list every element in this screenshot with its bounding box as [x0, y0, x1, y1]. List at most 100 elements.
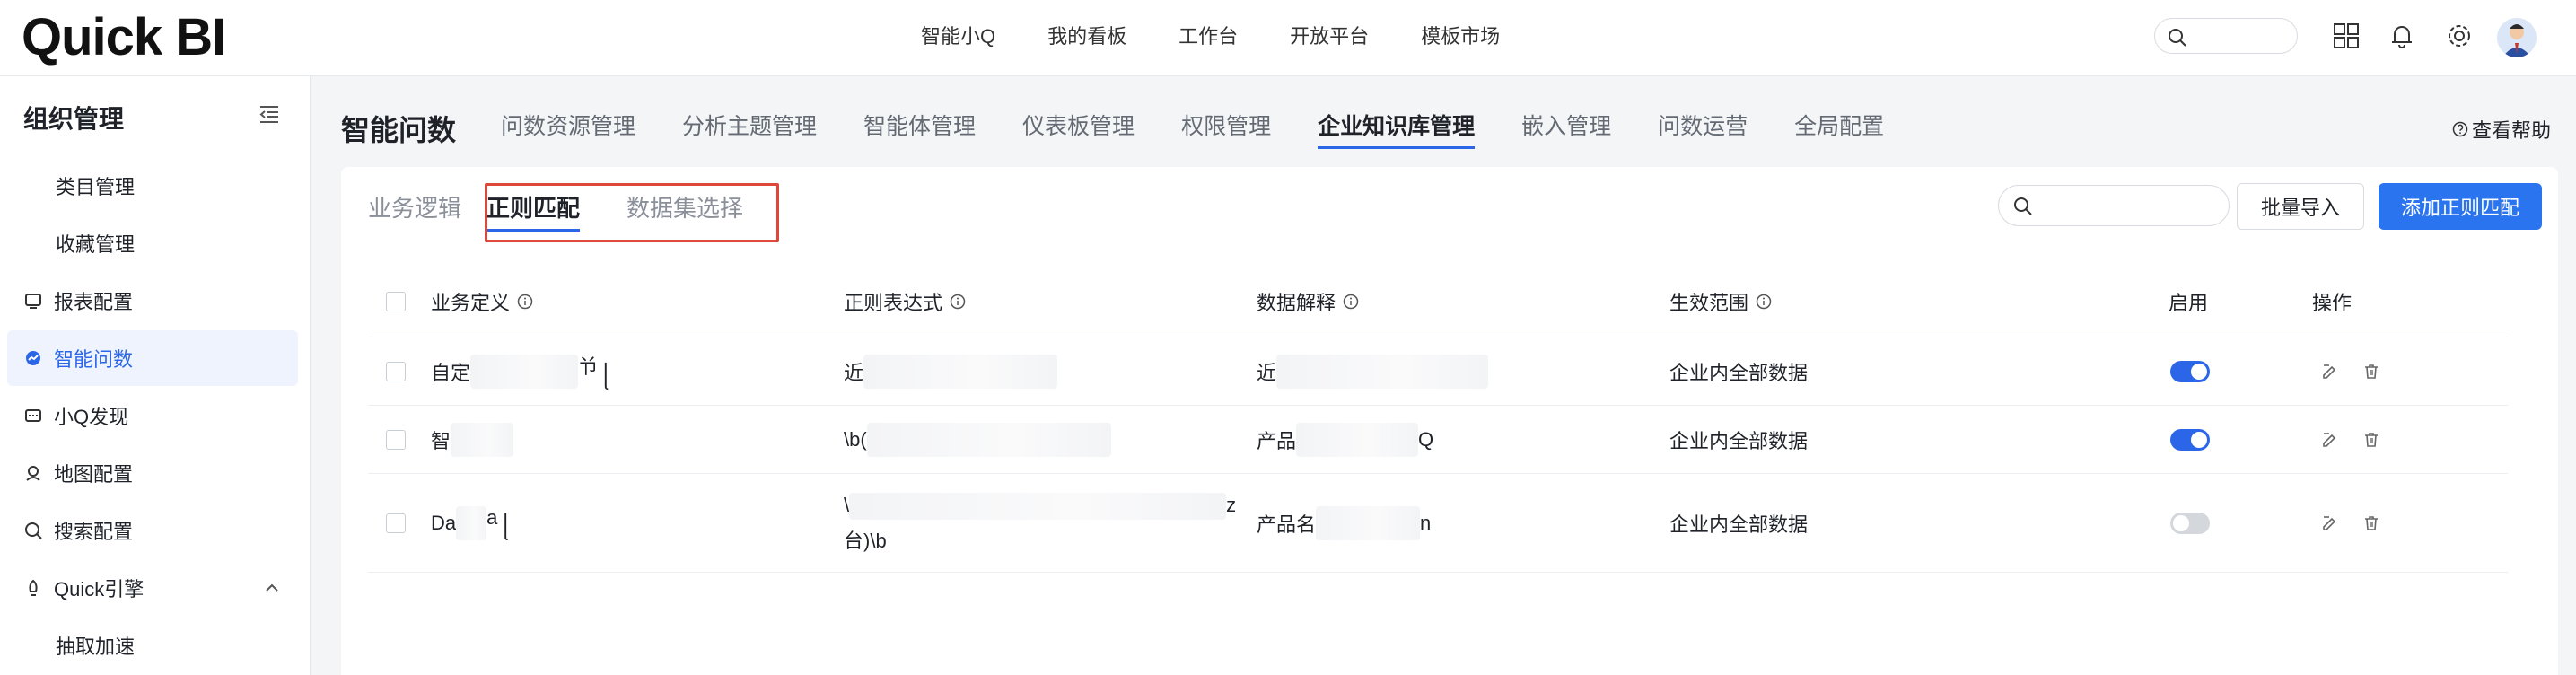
table-row[interactable]: 自定 兯 ꧊ 近 近 企业内全部数据	[368, 338, 2508, 406]
app-logo[interactable]: Quick BI	[22, 9, 226, 66]
row-checkbox[interactable]	[386, 361, 406, 381]
row-checkbox[interactable]	[386, 429, 406, 450]
user-avatar[interactable]	[2497, 18, 2537, 57]
info-icon[interactable]	[1756, 294, 1772, 310]
header-cell: 正则表达式	[844, 266, 966, 337]
apps-grid-icon[interactable]	[2330, 20, 2362, 52]
redacted-block	[866, 422, 1111, 457]
row-checkbox[interactable]	[386, 513, 406, 533]
tab-knowledge-base[interactable]: 企业知识库管理	[1318, 111, 1476, 149]
tab-query-resources[interactable]: 问数资源管理	[501, 111, 635, 142]
engine-icon	[23, 578, 43, 598]
table-row[interactable]: 智 \b( 产品 Q 企业内全部数据	[368, 406, 2508, 474]
explanation-cell: 产品 Q	[1257, 406, 1433, 473]
redacted-block	[456, 505, 487, 540]
sidebar-item-report-config[interactable]: 报表配置	[7, 273, 298, 329]
info-icon[interactable]	[950, 294, 966, 310]
regex-cell: 近	[844, 338, 1058, 405]
delete-icon[interactable]	[2362, 363, 2380, 381]
tab-permissions[interactable]: 权限管理	[1181, 111, 1271, 142]
column-scope: 生效范围	[1669, 291, 1749, 314]
sidebar-title: 组织管理	[23, 105, 125, 133]
enabled-cell	[2170, 406, 2210, 473]
regex-text: 近	[844, 361, 864, 384]
table-row[interactable]: Da a ꧊ \ z 台)\b 产品名 n 企业内全部数据	[368, 474, 2508, 573]
sidebar-item-discover[interactable]: 小Q发现	[7, 388, 298, 443]
explanation-cell: 近	[1257, 338, 1489, 405]
question-circle-icon	[2452, 121, 2468, 137]
sidebar-item-quick-engine[interactable]: Quick引擎	[7, 560, 298, 616]
explanation-text: 近	[1257, 361, 1277, 384]
select-all-checkbox[interactable]	[386, 291, 406, 311]
scope-cell: 企业内全部数据	[1669, 513, 1809, 536]
topnav-template-market[interactable]: 模板市场	[1421, 22, 1500, 52]
tab-embedding[interactable]: 嵌入管理	[1521, 111, 1611, 142]
tab-analysis-topics[interactable]: 分析主题管理	[682, 111, 817, 142]
top-bar: Quick BI 智能小Q 我的看板 工作台 开放平台 模板市场	[0, 0, 2576, 76]
topnav-my-dashboards[interactable]: 我的看板	[1047, 22, 1126, 52]
map-icon	[23, 463, 43, 483]
column-regex: 正则表达式	[844, 291, 943, 314]
search-icon	[2014, 197, 2032, 215]
sidebar-item-label: Quick引擎	[54, 578, 145, 600]
global-search-input[interactable]	[2154, 18, 2298, 54]
sidebar-item-extract-accel[interactable]: 抽取加速	[7, 618, 298, 673]
sidebar-item-smart-query[interactable]: 智能问数	[7, 330, 298, 386]
topnav-workbench[interactable]: 工作台	[1178, 22, 1238, 52]
definition-text: 自定	[431, 361, 471, 384]
sidebar-item-label: 类目管理	[56, 176, 136, 198]
topnav-open-platform[interactable]: 开放平台	[1290, 22, 1369, 52]
gear-icon[interactable]	[2443, 20, 2475, 52]
select-all-cell	[386, 266, 406, 337]
column-explanation: 数据解释	[1257, 291, 1336, 314]
tab-global-config[interactable]: 全局配置	[1794, 111, 1884, 142]
edit-icon[interactable]	[2321, 431, 2339, 449]
actions-cell	[2321, 406, 2404, 473]
sidebar-item-label: 报表配置	[54, 291, 134, 313]
redacted-block	[1316, 505, 1421, 540]
header-cell: 生效范围	[1669, 266, 1772, 337]
bell-icon[interactable]	[2386, 20, 2418, 52]
enable-toggle[interactable]	[2170, 360, 2210, 382]
redacted-block	[1296, 422, 1419, 457]
tab-dashboards[interactable]: 仪表板管理	[1022, 111, 1135, 142]
explanation-cell: 产品名 n	[1257, 474, 1431, 572]
sidebar-item-label: 收藏管理	[56, 233, 136, 256]
table-search-input[interactable]	[1998, 185, 2230, 226]
sidebar-item-favorites[interactable]: 收藏管理	[7, 215, 298, 271]
chevron-up-icon[interactable]	[264, 580, 280, 596]
enable-toggle[interactable]	[2170, 428, 2210, 451]
info-icon[interactable]	[517, 294, 533, 310]
delete-icon[interactable]	[2362, 514, 2380, 532]
column-definition: 业务定义	[431, 291, 511, 314]
tab-agents[interactable]: 智能体管理	[863, 111, 976, 142]
sidebar-item-search-config[interactable]: 搜索配置	[7, 503, 298, 558]
help-link[interactable]: 查看帮助	[2452, 115, 2551, 144]
sidebar: 组织管理 类目管理 收藏管理 报表配置 智能问数 小Q发现 地图配置 搜索配置 …	[0, 76, 311, 675]
redacted-block	[1276, 354, 1489, 389]
sidebar-item-label: 搜索配置	[54, 521, 134, 543]
regex-cell: \b(	[844, 406, 1111, 473]
help-label: 查看帮助	[2471, 119, 2551, 142]
delete-icon[interactable]	[2362, 431, 2380, 449]
add-regex-button[interactable]: 添加正则匹配	[2379, 183, 2542, 230]
definition-cell: Da a ꧊	[431, 474, 508, 572]
tab-operations[interactable]: 问数运营	[1658, 111, 1748, 142]
enabled-cell	[2170, 338, 2210, 405]
explanation-text: 产品	[1257, 429, 1297, 452]
sidebar-item-map-config[interactable]: 地图配置	[7, 445, 298, 501]
sidebar-item-category[interactable]: 类目管理	[7, 158, 298, 214]
definition-cell: 自定 兯 ꧊	[431, 338, 609, 405]
collapse-sidebar-icon[interactable]	[258, 103, 280, 125]
batch-import-button[interactable]: 批量导入	[2237, 183, 2364, 230]
edit-icon[interactable]	[2321, 363, 2339, 381]
sidebar-item-label: 地图配置	[54, 463, 134, 486]
topnav-smart-q[interactable]: 智能小Q	[921, 22, 995, 52]
regex-line-1: \ z	[844, 492, 1236, 520]
search-icon	[2169, 29, 2186, 47]
subtab-business-logic[interactable]: 业务逻辑	[368, 190, 461, 226]
info-icon[interactable]	[1343, 294, 1359, 310]
edit-icon[interactable]	[2321, 514, 2339, 532]
content-card: 业务逻辑 正则匹配 数据集选择 批量导入 添加正则匹配 业务定义 正则表达式 数…	[341, 167, 2558, 675]
enable-toggle[interactable]	[2170, 512, 2210, 534]
